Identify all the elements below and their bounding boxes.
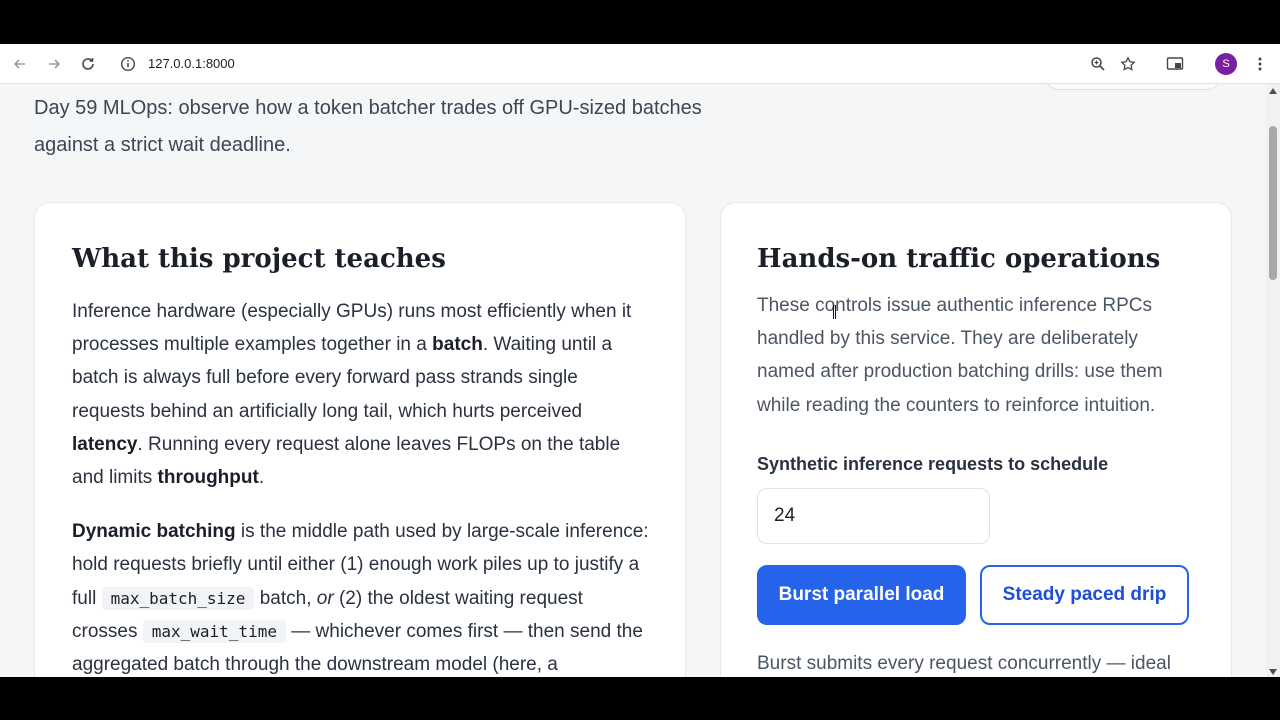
info-icon[interactable] xyxy=(120,56,136,72)
star-icon xyxy=(1120,56,1136,71)
scroll-down-arrow-icon[interactable] xyxy=(1269,669,1277,675)
zoom-button[interactable] xyxy=(1088,54,1108,74)
code-max-wait-time: max_wait_time xyxy=(142,619,286,643)
batching-explanation: Inference hardware (especially GPUs) run… xyxy=(72,295,649,494)
back-button[interactable] xyxy=(8,52,32,76)
reload-icon xyxy=(82,58,94,70)
header-pill xyxy=(1046,84,1220,90)
requests-count-input[interactable] xyxy=(757,487,990,544)
term-dynamic-batching: Dynamic batching xyxy=(72,521,236,543)
profile-avatar[interactable]: S xyxy=(1215,53,1237,75)
arrow-right-icon xyxy=(49,59,61,69)
traffic-operations-card: Hands-on traffic operations These contro… xyxy=(720,202,1232,677)
letterbox-bottom xyxy=(0,677,1280,720)
card-title: What this project teaches xyxy=(72,244,446,274)
kebab-menu-icon xyxy=(1258,57,1262,71)
project-teaches-card: What this project teaches Inference hard… xyxy=(34,202,686,677)
menu-button[interactable] xyxy=(1250,54,1270,74)
burst-description: Burst submits every request concurrently… xyxy=(757,652,1171,674)
browser-toolbar: 127.0.0.1:8000 S xyxy=(0,44,1280,84)
cast-icon xyxy=(1166,57,1184,70)
term-batch: batch xyxy=(432,334,483,356)
arrow-left-icon xyxy=(13,59,25,69)
steady-paced-drip-button[interactable]: Steady paced drip xyxy=(980,564,1189,625)
controls-description: These controls issue authentic inference… xyxy=(757,295,1163,416)
action-buttons: Burst parallel load Steady paced drip xyxy=(757,564,1195,625)
scroll-up-arrow-icon[interactable] xyxy=(1269,88,1277,94)
zoom-icon xyxy=(1091,57,1105,71)
code-max-batch-size: max_batch_size xyxy=(101,586,255,610)
text-span: . xyxy=(258,467,265,489)
card-title: Hands-on traffic operations xyxy=(757,244,1161,274)
dynamic-batching-explanation: Dynamic batching is the middle path used… xyxy=(72,515,649,677)
burst-parallel-load-button[interactable]: Burst parallel load xyxy=(757,564,966,625)
letterbox-top xyxy=(0,0,1280,44)
requests-field-label: Synthetic inference requests to schedule xyxy=(757,453,1109,474)
text-span: . Running every request alone leaves FLO… xyxy=(72,433,621,489)
url-text[interactable]: 127.0.0.1:8000 xyxy=(148,56,235,71)
intro-text: Day 59 MLOps: observe how a token batche… xyxy=(34,97,702,156)
term-throughput: throughput xyxy=(157,467,259,489)
bookmark-button[interactable] xyxy=(1118,54,1138,74)
scroll-thumb[interactable] xyxy=(1269,126,1277,280)
cast-button[interactable] xyxy=(1165,54,1185,74)
text-cursor-icon xyxy=(833,305,836,319)
page-scrollbar[interactable] xyxy=(1266,84,1280,677)
address-bar[interactable]: 127.0.0.1:8000 xyxy=(112,48,1146,80)
page-content: Day 59 MLOps: observe how a token batche… xyxy=(0,84,1266,677)
reload-button[interactable] xyxy=(76,52,100,76)
emphasis-or: or xyxy=(316,587,334,609)
text-span: batch, xyxy=(254,587,317,609)
forward-button[interactable] xyxy=(42,52,66,76)
term-latency: latency xyxy=(72,433,138,455)
